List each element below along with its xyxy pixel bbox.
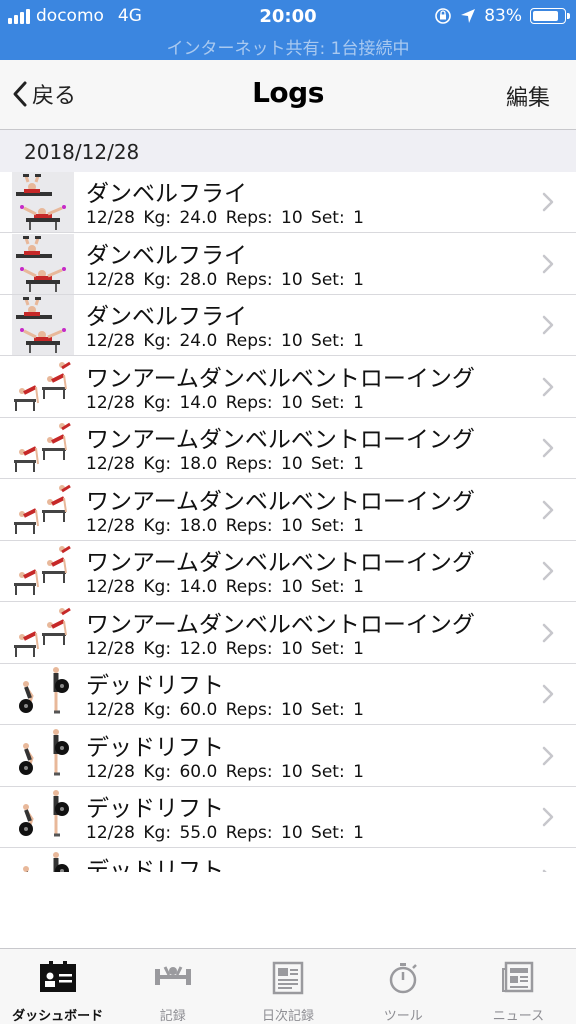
date-section-header: 2018/12/28	[0, 130, 576, 172]
location-icon	[461, 9, 476, 23]
exercise-name: デッドリフト	[86, 796, 224, 822]
status-bar: docomo 4G 20:00 83% インターネット共有: 1台接続中	[0, 0, 576, 60]
dumbbell-fly-icon	[12, 295, 74, 355]
log-detail: 12/28 Kg: 28.0 Reps: 10 Set: 1	[86, 269, 364, 290]
exercise-name: ワンアームダンベルベントローイング	[86, 550, 475, 576]
edit-button[interactable]: 編集	[506, 80, 550, 112]
exercise-name: デッドリフト	[86, 857, 224, 873]
chevron-right-icon	[542, 869, 554, 872]
news-icon	[501, 961, 535, 999]
log-row[interactable]: ワンアームダンベルベントローイング 12/28 Kg: 14.0 Reps: 10…	[0, 357, 576, 418]
tab-stopwatch[interactable]: ツール	[346, 949, 461, 1024]
chevron-right-icon	[542, 500, 554, 524]
tab-label: ニュース	[492, 1009, 545, 1024]
log-detail: 12/28 Kg: 18.0 Reps: 10 Set: 1	[86, 454, 364, 474]
exercise-name: ワンアームダンベルベントローイング	[86, 427, 475, 453]
tab-bar: ダッシュボード 記録 日次記録 ツール ニュース	[0, 948, 576, 1024]
log-row[interactable]: ワンアームダンベルベントローイング 12/28 Kg: 12.0 Reps: 10…	[0, 603, 576, 664]
chevron-right-icon	[542, 438, 554, 462]
log-detail: 12/28 Kg: 14.0 Reps: 10 Set: 1	[86, 577, 364, 597]
chevron-right-icon	[542, 315, 554, 339]
exercise-name: ダンベルフライ	[86, 242, 247, 269]
dumbbell-fly-icon	[12, 233, 74, 294]
deadlift-icon	[12, 726, 74, 786]
tab-barbell[interactable]: 記録	[115, 949, 230, 1024]
log-row[interactable]: ダンベルフライ 12/28 Kg: 24.0 Reps: 10 Set: 1	[0, 172, 576, 233]
deadlift-icon	[12, 787, 74, 847]
log-detail: 12/28 Kg: 24.0 Reps: 10 Set: 1	[86, 208, 364, 228]
exercise-name: デッドリフト	[86, 734, 224, 761]
tab-label: 記録	[159, 1009, 186, 1024]
battery-icon	[530, 8, 570, 24]
rotation-lock-icon	[435, 8, 452, 24]
tab-label: ツール	[383, 1009, 423, 1024]
tab-label: 日次記録	[262, 1009, 315, 1024]
tab-daily-log[interactable]: 日次記録	[230, 949, 345, 1024]
log-row[interactable]: デッドリフト	[0, 849, 576, 873]
tab-news[interactable]: ニュース	[461, 949, 576, 1024]
chevron-right-icon	[542, 377, 554, 401]
exercise-name: ワンアームダンベルベントローイング	[86, 365, 475, 392]
log-detail: 12/28 Kg: 60.0 Reps: 10 Set: 1	[86, 700, 364, 720]
barbell-icon	[153, 961, 193, 997]
stopwatch-icon	[386, 961, 420, 999]
chevron-right-icon	[542, 192, 554, 216]
section-date: 2018/12/28	[24, 140, 140, 164]
deadlift-icon	[12, 664, 74, 724]
log-row[interactable]: デッドリフト 12/28 Kg: 55.0 Reps: 10 Set: 1	[0, 787, 576, 848]
hotspot-banner[interactable]: インターネット共有: 1台接続中	[0, 34, 576, 59]
log-row[interactable]: デッドリフト 12/28 Kg: 60.0 Reps: 10 Set: 1	[0, 726, 576, 787]
exercise-name: ダンベルフライ	[86, 181, 247, 207]
tab-label: ダッシュボード	[12, 1009, 104, 1024]
chevron-right-icon	[542, 746, 554, 770]
log-row[interactable]: デッドリフト 12/28 Kg: 60.0 Reps: 10 Set: 1	[0, 664, 576, 725]
log-row[interactable]: ダンベルフライ 12/28 Kg: 28.0 Reps: 10 Set: 1	[0, 233, 576, 295]
dumbbell-fly-icon	[12, 172, 74, 232]
log-detail: 12/28 Kg: 24.0 Reps: 10 Set: 1	[86, 331, 364, 351]
page-title: Logs	[252, 76, 324, 109]
chevron-right-icon	[542, 807, 554, 831]
log-detail: 12/28 Kg: 18.0 Reps: 10 Set: 1	[86, 515, 364, 536]
one-arm-row-icon	[12, 357, 74, 417]
log-list[interactable]: ダンベルフライ 12/28 Kg: 24.0 Reps: 10 Set: 1 ダンベ…	[0, 172, 576, 872]
exercise-name: ワンアームダンベルベントローイング	[86, 611, 475, 638]
log-detail: 12/28 Kg: 60.0 Reps: 10 Set: 1	[86, 761, 364, 782]
one-arm-row-icon	[12, 480, 74, 540]
dashboard-icon	[39, 961, 77, 997]
log-row[interactable]: ワンアームダンベルベントローイング 12/28 Kg: 14.0 Reps: 10…	[0, 541, 576, 602]
one-arm-row-icon	[12, 603, 74, 663]
exercise-name: デッドリフト	[86, 673, 224, 699]
log-row[interactable]: ワンアームダンベルベントローイング 12/28 Kg: 18.0 Reps: 10…	[0, 480, 576, 541]
deadlift-icon	[12, 849, 74, 872]
daily-log-icon	[271, 961, 305, 999]
one-arm-row-icon	[12, 418, 74, 478]
log-row[interactable]: ダンベルフライ 12/28 Kg: 24.0 Reps: 10 Set: 1	[0, 295, 576, 356]
chevron-right-icon	[542, 623, 554, 647]
log-detail: 12/28 Kg: 14.0 Reps: 10 Set: 1	[86, 392, 364, 413]
log-detail: 12/28 Kg: 55.0 Reps: 10 Set: 1	[86, 823, 364, 843]
exercise-name: ダンベルフライ	[86, 304, 247, 330]
log-row[interactable]: ワンアームダンベルベントローイング 12/28 Kg: 18.0 Reps: 10…	[0, 418, 576, 479]
exercise-name: ワンアームダンベルベントローイング	[86, 488, 475, 515]
one-arm-row-icon	[12, 541, 74, 601]
chevron-right-icon	[542, 561, 554, 585]
chevron-right-icon	[542, 254, 554, 278]
tab-dashboard[interactable]: ダッシュボード	[0, 949, 115, 1024]
chevron-right-icon	[542, 684, 554, 708]
log-detail: 12/28 Kg: 12.0 Reps: 10 Set: 1	[86, 638, 364, 659]
battery-percent: 83%	[484, 6, 522, 26]
navigation-bar: 戻る Logs 編集	[0, 60, 576, 130]
battery-level	[533, 11, 558, 21]
